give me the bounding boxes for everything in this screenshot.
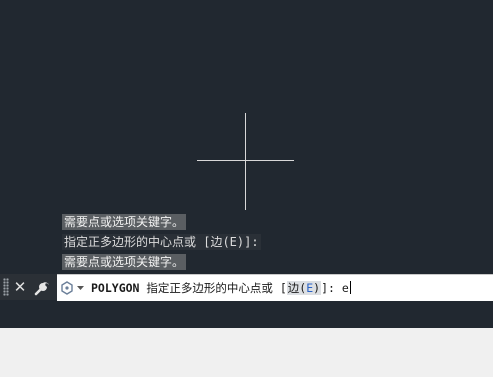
history-line: 需要点或选项关键字。 xyxy=(62,254,187,270)
command-line-bar: ✕ POLYGON 指定正多边形的中心点或 [边(E)]: e xyxy=(0,274,493,301)
option-side-button[interactable]: 边(E) xyxy=(286,281,322,295)
drag-grip-icon[interactable] xyxy=(3,278,9,296)
command-name: POLYGON xyxy=(91,281,140,295)
crosshair-vertical xyxy=(245,113,246,210)
command-input[interactable]: POLYGON 指定正多边形的中心点或 [边(E)]: e xyxy=(57,274,493,301)
recent-commands-icon xyxy=(61,281,73,295)
history-line: 需要点或选项关键字。 xyxy=(62,214,187,230)
command-prompt: POLYGON 指定正多边形的中心点或 [边(E)]: e xyxy=(91,280,351,296)
close-icon[interactable]: ✕ xyxy=(12,277,28,297)
history-line: 指定正多边形的中心点或 [边(E)]: xyxy=(62,234,261,250)
typed-input: e xyxy=(341,281,349,295)
recent-commands-button[interactable] xyxy=(60,280,88,296)
chevron-down-icon xyxy=(77,286,84,290)
text-caret xyxy=(349,281,351,294)
wrench-icon[interactable] xyxy=(33,277,53,297)
bracket-close: ]: xyxy=(321,281,335,295)
bracket-open: [ xyxy=(279,281,287,295)
prompt-text: 指定正多边形的中心点或 xyxy=(146,281,273,295)
